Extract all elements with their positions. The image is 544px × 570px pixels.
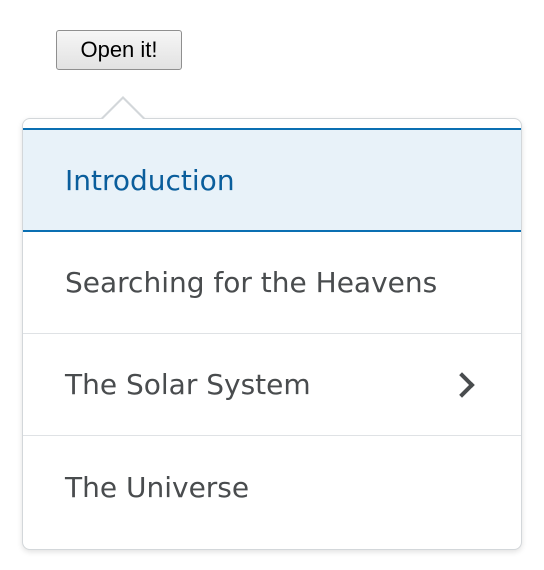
menu-item-the-solar-system[interactable]: The Solar System bbox=[23, 334, 521, 436]
menu-list: Introduction Searching for the Heavens T… bbox=[23, 119, 521, 538]
dropdown-menu: Introduction Searching for the Heavens T… bbox=[22, 118, 522, 550]
chevron-right-icon bbox=[449, 371, 475, 398]
page: Open it! Introduction Searching for the … bbox=[0, 0, 544, 570]
menu-item-the-universe[interactable]: The Universe bbox=[23, 436, 521, 538]
menu-item-label: The Universe bbox=[65, 470, 250, 504]
menu-item-label: The Solar System bbox=[65, 368, 311, 401]
menu-item-introduction[interactable]: Introduction bbox=[23, 128, 521, 232]
menu-item-searching-for-the-heavens[interactable]: Searching for the Heavens bbox=[23, 232, 521, 334]
menu-item-label: Searching for the Heavens bbox=[65, 266, 438, 299]
menu-pointer-arrow-fill bbox=[103, 99, 143, 119]
menu-item-label: Introduction bbox=[65, 163, 235, 197]
open-it-button[interactable]: Open it! bbox=[56, 30, 182, 70]
